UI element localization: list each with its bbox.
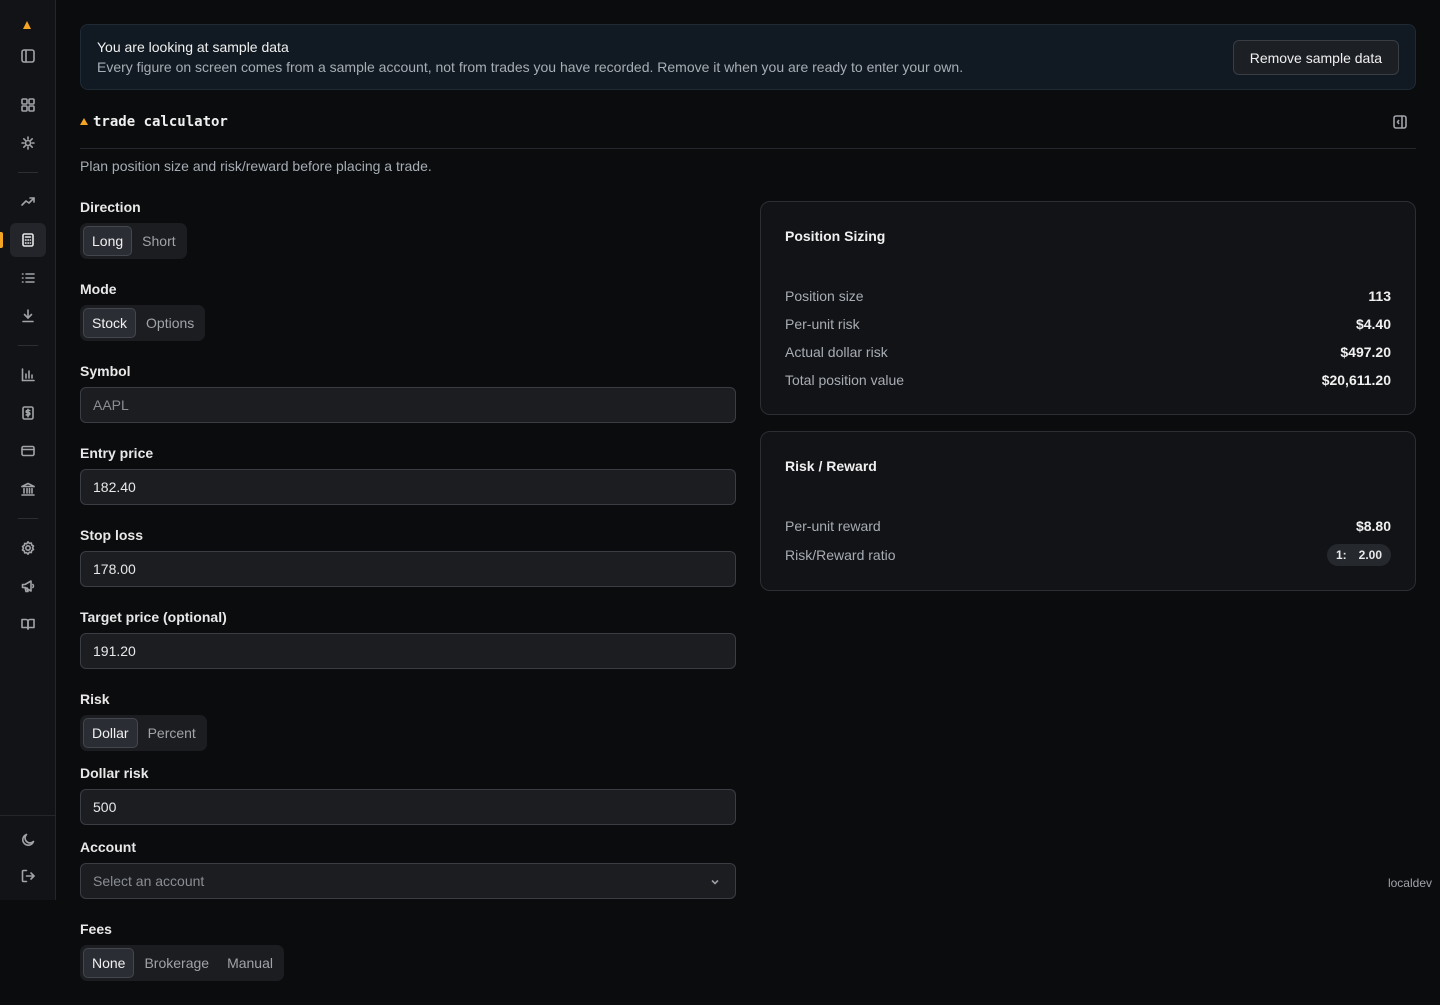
dashboard-icon[interactable] <box>10 88 46 122</box>
title-marker-icon <box>80 118 88 125</box>
logout-icon[interactable] <box>10 859 46 893</box>
sidebar <box>0 0 56 900</box>
row-value: 113 <box>1368 288 1391 304</box>
mode-options-option[interactable]: Options <box>138 308 202 338</box>
credit-card-icon[interactable] <box>10 434 46 468</box>
mode-label: Mode <box>80 281 117 297</box>
megaphone-icon[interactable] <box>10 569 46 603</box>
row-value: $4.40 <box>1355 316 1391 332</box>
target-price-input[interactable]: 191.20 <box>80 633 736 669</box>
row-label: Per-unit reward <box>785 518 881 534</box>
fees-manual-option[interactable]: Manual <box>219 948 281 978</box>
logo-icon[interactable] <box>23 21 31 29</box>
page-header: trade calculator <box>80 112 1416 149</box>
per-unit-risk-row: Per-unit risk $4.40 <box>785 314 1391 334</box>
stop-loss-label: Stop loss <box>80 527 144 543</box>
book-icon[interactable] <box>10 607 46 641</box>
settings-icon[interactable] <box>10 531 46 565</box>
sidebar-footer-divider <box>0 815 56 816</box>
ratio-badge: 1: 2.00 <box>1326 544 1391 566</box>
position-size-row: Position size 113 <box>785 286 1391 306</box>
row-label: Per-unit risk <box>785 316 860 332</box>
page-subtitle: Plan position size and risk/reward befor… <box>80 158 432 174</box>
entry-price-label: Entry price <box>80 445 154 461</box>
risk-reward-title: Risk / Reward <box>785 458 877 474</box>
active-indicator <box>0 232 3 248</box>
position-sizing-title: Position Sizing <box>785 228 886 244</box>
row-label: Actual dollar risk <box>785 344 888 360</box>
actual-dollar-risk-row: Actual dollar risk $497.20 <box>785 342 1391 362</box>
sidebar-divider <box>18 518 38 519</box>
risk-dollar-option[interactable]: Dollar <box>83 718 138 748</box>
moon-icon[interactable] <box>10 823 46 857</box>
direction-short-option[interactable]: Short <box>134 226 183 256</box>
banner-title: You are looking at sample data <box>97 39 289 55</box>
row-value: $20,611.20 <box>1321 372 1391 388</box>
risk-percent-option[interactable]: Percent <box>140 718 204 748</box>
panel-right-icon[interactable] <box>1392 114 1408 130</box>
sidebar-divider <box>18 345 38 346</box>
row-label: Position size <box>785 288 864 304</box>
list-icon[interactable] <box>10 261 46 295</box>
dollar-risk-input[interactable]: 500 <box>80 789 736 825</box>
sample-data-banner: You are looking at sample data Every fig… <box>80 24 1416 90</box>
account-select-value: Select an account <box>93 873 205 889</box>
download-icon[interactable] <box>10 299 46 333</box>
ratio-left: 1: <box>1335 548 1347 562</box>
row-value: $497.20 <box>1340 344 1391 360</box>
direction-long-option[interactable]: Long <box>83 226 133 256</box>
entry-price-input[interactable]: 182.40 <box>80 469 736 505</box>
dollar-risk-label: Dollar risk <box>80 765 149 781</box>
direction-label: Direction <box>80 199 141 215</box>
per-unit-reward-row: Per-unit reward $8.80 <box>785 516 1391 536</box>
remove-sample-data-button[interactable]: Remove sample data <box>1232 40 1399 75</box>
symbol-label: Symbol <box>80 363 131 379</box>
symbol-input[interactable]: AAPL <box>80 387 736 423</box>
risk-reward-ratio-row: Risk/Reward ratio 1: 2.00 <box>785 544 1391 566</box>
mode-stock-option[interactable]: Stock <box>83 308 137 338</box>
direction-toggle: Long Short <box>80 223 187 259</box>
mode-toggle: Stock Options <box>80 305 206 341</box>
environment-label: localdev <box>1387 876 1432 890</box>
chevron-down-icon <box>709 875 721 887</box>
calculator-icon[interactable] <box>10 223 46 257</box>
total-position-value-row: Total position value $20,611.20 <box>785 370 1391 390</box>
dollar-icon[interactable] <box>10 396 46 430</box>
bank-icon[interactable] <box>10 472 46 506</box>
row-label: Risk/Reward ratio <box>785 547 896 563</box>
position-sizing-card: Position Sizing Position size 113 Per-un… <box>760 201 1416 415</box>
account-label: Account <box>80 839 136 855</box>
sidebar-divider <box>18 172 38 173</box>
fees-brokerage-option[interactable]: Brokerage <box>136 948 217 978</box>
trending-icon[interactable] <box>10 185 46 219</box>
ratio-right: 2.00 <box>1358 548 1382 562</box>
target-price-label: Target price (optional) <box>80 609 227 625</box>
fees-none-option[interactable]: None <box>83 948 135 978</box>
fees-label: Fees <box>80 921 112 937</box>
integrations-icon[interactable] <box>10 126 46 160</box>
fees-toggle: None Brokerage Manual <box>80 945 284 981</box>
banner-text: Every figure on screen comes from a samp… <box>97 59 964 75</box>
stop-loss-input[interactable]: 178.00 <box>80 551 736 587</box>
bar-chart-icon[interactable] <box>10 358 46 392</box>
row-value: $8.80 <box>1355 518 1391 534</box>
risk-reward-card: Risk / Reward Per-unit reward $8.80 Risk… <box>760 431 1416 591</box>
account-select[interactable]: Select an account <box>80 863 736 899</box>
risk-label: Risk <box>80 691 110 707</box>
risk-toggle: Dollar Percent <box>80 715 207 751</box>
page-title: trade calculator <box>93 114 228 130</box>
panel-toggle-icon[interactable] <box>10 39 46 73</box>
row-label: Total position value <box>785 372 905 388</box>
